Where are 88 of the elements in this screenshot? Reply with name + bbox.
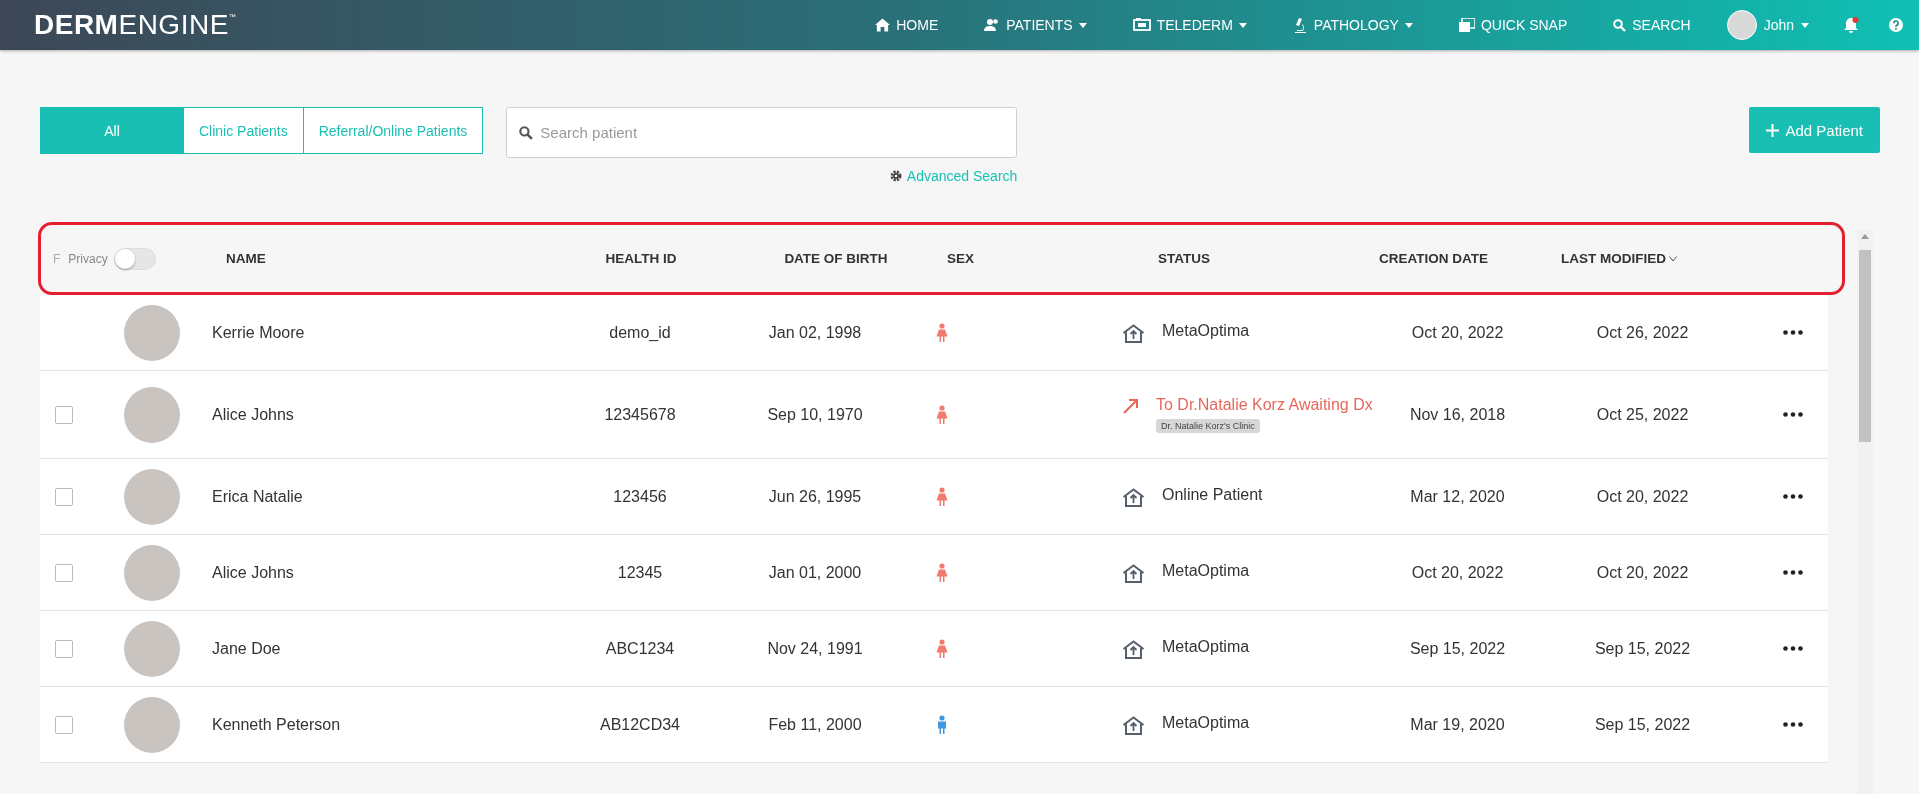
birth-date: Jan 02, 1998 bbox=[767, 323, 863, 342]
birth-date: Nov 24, 1991 bbox=[766, 639, 864, 658]
health-id: AB12CD34 bbox=[598, 715, 681, 734]
status-text: MetaOptima bbox=[1162, 322, 1250, 340]
modified-date: Oct 20, 2022 bbox=[1595, 563, 1690, 582]
clinic-icon bbox=[1122, 324, 1145, 343]
more-icon[interactable] bbox=[1783, 646, 1803, 651]
patient-name[interactable]: Kenneth Peterson bbox=[200, 715, 540, 734]
birth-date: Jun 26, 1995 bbox=[767, 487, 863, 506]
help-icon[interactable] bbox=[1889, 18, 1903, 32]
people-icon bbox=[984, 18, 1001, 32]
modified-date: Oct 26, 2022 bbox=[1595, 323, 1690, 342]
patient-name[interactable]: Kerrie Moore bbox=[200, 323, 540, 342]
column-header[interactable]: CREATION DATE bbox=[1366, 251, 1551, 266]
more-icon[interactable] bbox=[1783, 570, 1803, 575]
nav-link[interactable]: PATIENTS bbox=[984, 17, 1087, 33]
patient-name[interactable]: Erica Natalie bbox=[200, 487, 540, 506]
modified-date: Oct 25, 2022 bbox=[1595, 405, 1690, 424]
modified-date: Sep 15, 2022 bbox=[1593, 639, 1692, 658]
row-checkbox[interactable] bbox=[55, 405, 73, 424]
nav-link[interactable]: HOME bbox=[875, 17, 939, 33]
patient-name[interactable]: Jane Doe bbox=[200, 639, 540, 658]
column-header[interactable]: NAME bbox=[201, 251, 541, 266]
privacy-label: Privacy bbox=[68, 251, 108, 266]
column-header[interactable]: DATE OF BIRTH bbox=[741, 251, 891, 266]
monitor-icon bbox=[1132, 18, 1151, 32]
search-icon bbox=[519, 126, 534, 140]
patient-name[interactable]: Alice Johns bbox=[200, 563, 540, 582]
status-text: MetaOptima bbox=[1162, 638, 1250, 656]
patient-name[interactable]: Alice Johns bbox=[200, 405, 540, 424]
creation-date: Oct 20, 2022 bbox=[1410, 323, 1505, 342]
creation-date: Sep 15, 2022 bbox=[1408, 639, 1507, 658]
birth-date: Sep 10, 1970 bbox=[766, 405, 864, 424]
more-icon[interactable] bbox=[1783, 412, 1803, 417]
column-header[interactable]: LAST MODIFIED bbox=[1551, 251, 1736, 266]
more-icon[interactable] bbox=[1783, 494, 1803, 499]
status-text: MetaOptima bbox=[1162, 562, 1250, 580]
more-icon[interactable] bbox=[1783, 722, 1803, 727]
caret-icon bbox=[1404, 22, 1413, 28]
status-text: Online Patient bbox=[1162, 486, 1263, 504]
clinic-icon bbox=[1122, 716, 1145, 735]
column-header[interactable]: SEX bbox=[891, 251, 1066, 266]
gear-icon bbox=[889, 170, 902, 182]
creation-date: Oct 20, 2022 bbox=[1410, 563, 1505, 582]
creation-date: Mar 19, 2020 bbox=[1409, 715, 1506, 734]
brand-logo: DERMENGINE$^{™}$ bbox=[34, 9, 237, 41]
scrollbar[interactable] bbox=[1857, 230, 1873, 794]
column-header[interactable]: HEALTH ID bbox=[541, 251, 741, 266]
health-id: 12345 bbox=[616, 563, 664, 582]
nav-link[interactable]: TELEDERM bbox=[1132, 17, 1247, 33]
birth-date: Jan 01, 2000 bbox=[767, 563, 863, 582]
search-field[interactable]: Search patient bbox=[506, 107, 1018, 158]
birth-date: Feb 11, 2000 bbox=[767, 715, 863, 734]
health-id: demo_id bbox=[608, 323, 672, 342]
creation-date: Mar 12, 2020 bbox=[1409, 487, 1506, 506]
scroll-up-icon[interactable] bbox=[1861, 234, 1869, 239]
microscope-icon bbox=[1292, 17, 1308, 33]
bell-icon[interactable] bbox=[1843, 16, 1859, 34]
row-checkbox[interactable] bbox=[55, 715, 73, 734]
plus-icon bbox=[1766, 123, 1780, 137]
clinic-icon bbox=[1122, 564, 1145, 583]
arrow-icon bbox=[1122, 398, 1139, 416]
photos-icon bbox=[1458, 18, 1475, 32]
search-icon bbox=[1613, 18, 1627, 32]
status-text: To Dr.Natalie Korz Awaiting Dx bbox=[1156, 396, 1374, 415]
privacy-toggle[interactable] bbox=[113, 247, 156, 270]
creation-date: Nov 16, 2018 bbox=[1408, 405, 1507, 424]
caret-icon bbox=[1078, 22, 1087, 28]
row-checkbox[interactable] bbox=[55, 639, 73, 658]
clinic-icon bbox=[1122, 640, 1145, 659]
column-header[interactable]: STATUS bbox=[1066, 251, 1366, 266]
home-icon bbox=[875, 18, 891, 32]
clinic-icon bbox=[1122, 488, 1145, 507]
nav-link[interactable]: PATHOLOGY bbox=[1292, 17, 1413, 33]
health-id: 12345678 bbox=[603, 405, 677, 424]
health-id: 123456 bbox=[612, 487, 668, 506]
row-checkbox[interactable] bbox=[55, 487, 73, 506]
avatar bbox=[1726, 10, 1757, 40]
caret-icon bbox=[1238, 22, 1247, 28]
modified-date: Sep 15, 2022 bbox=[1593, 715, 1692, 734]
column-label: F bbox=[53, 251, 61, 266]
more-icon[interactable] bbox=[1783, 330, 1803, 335]
row-checkbox[interactable] bbox=[55, 563, 73, 582]
modified-date: Oct 20, 2022 bbox=[1595, 487, 1690, 506]
status-text: MetaOptima bbox=[1162, 714, 1250, 732]
clinic-tag: Dr. Natalie Korz's Clinic bbox=[1156, 418, 1260, 433]
caret-icon bbox=[1801, 22, 1809, 28]
health-id: ABC1234 bbox=[604, 639, 676, 658]
